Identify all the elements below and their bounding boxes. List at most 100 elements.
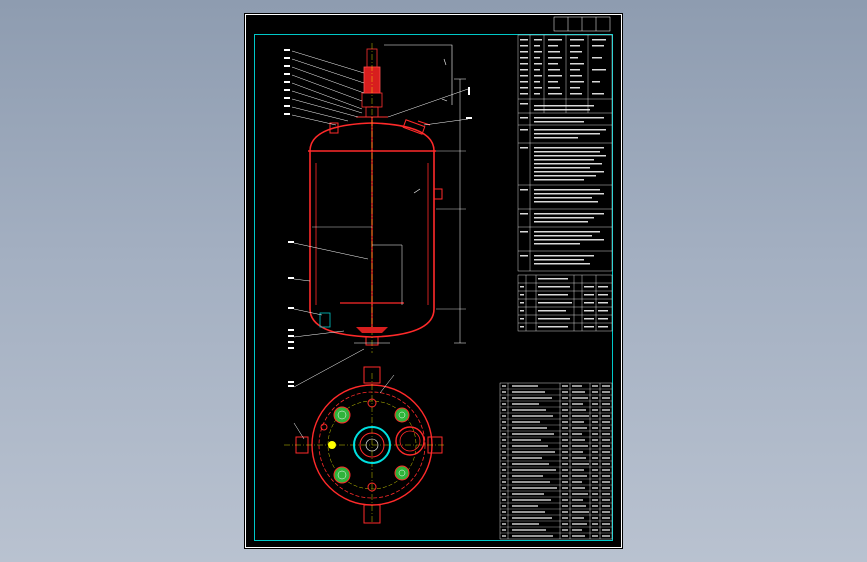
parts-row-entry [592, 403, 598, 405]
parts-row-entry [562, 535, 568, 537]
parts-row-entry [572, 397, 588, 399]
parts-row-entry [602, 403, 610, 405]
parts-row-entry [592, 421, 598, 423]
parts-row-entry [592, 439, 598, 441]
parts-row-entry [592, 535, 598, 537]
parts-row-entry [502, 403, 506, 405]
parts-row-entry [502, 529, 506, 531]
parts-row-entry [572, 499, 583, 501]
parts-row-entry [572, 385, 582, 387]
parts-row-entry [562, 469, 568, 471]
parts-row-entry [512, 403, 539, 405]
parts-row-entry [592, 487, 598, 489]
parts-row-entry [572, 391, 585, 393]
parts-row-entry [502, 493, 506, 495]
parts-row-entry [512, 391, 545, 393]
parts-row-entry [602, 433, 610, 435]
parts-row-entry [602, 445, 610, 447]
parts-row-entry [602, 517, 610, 519]
parts-row-entry [512, 523, 539, 525]
parts-row-entry [512, 451, 555, 453]
parts-row-entry [502, 499, 506, 501]
parts-row-entry [602, 463, 610, 465]
parts-row-entry [592, 499, 598, 501]
parts-row-entry [512, 487, 557, 489]
parts-row-entry [602, 409, 610, 411]
parts-row-entry [602, 391, 610, 393]
parts-row-entry [572, 415, 589, 417]
parts-row-entry [592, 457, 598, 459]
parts-row-entry [572, 469, 584, 471]
parts-row-entry [572, 409, 586, 411]
parts-row-entry [602, 529, 610, 531]
parts-row-entry [502, 511, 506, 513]
parts-row-entry [592, 385, 598, 387]
top-title-block [553, 16, 611, 32]
parts-row-entry [502, 409, 506, 411]
parts-row-entry [602, 469, 610, 471]
parts-row-entry [562, 445, 568, 447]
parts-row-entry [572, 433, 582, 435]
parts-row-entry [572, 475, 587, 477]
parts-row-entry [602, 523, 610, 525]
parts-row-entry [572, 427, 587, 429]
parts-row-entry [502, 517, 506, 519]
parts-row-entry [512, 517, 552, 519]
parts-row-entry [512, 511, 545, 513]
parts-row-entry [592, 409, 598, 411]
parts-row-entry [592, 397, 598, 399]
parts-row-entry [572, 493, 588, 495]
parts-row-entry [512, 463, 549, 465]
parts-row-entry [502, 481, 506, 483]
parts-row-entry [562, 421, 568, 423]
parts-row-entry [602, 487, 610, 489]
parts-row-entry [572, 481, 582, 483]
parts-row-entry [512, 469, 556, 471]
parts-row-entry [592, 451, 598, 453]
cad-viewport[interactable] [0, 0, 867, 562]
parts-row-entry [502, 391, 506, 393]
parts-row-entry [602, 511, 610, 513]
parts-row-entry [562, 481, 568, 483]
parts-row-entry [602, 397, 610, 399]
parts-row-entry [592, 529, 598, 531]
parts-row-entry [562, 415, 568, 417]
parts-row-entry [572, 439, 585, 441]
parts-row-entry [502, 451, 506, 453]
parts-row-entry [502, 457, 506, 459]
parts-row-entry [562, 385, 568, 387]
parts-row-entry [562, 493, 568, 495]
parts-row-entry [512, 427, 547, 429]
impeller [356, 327, 388, 333]
parts-row-entry [572, 463, 589, 465]
parts-row-entry [512, 481, 550, 483]
parts-row-entry [572, 403, 583, 405]
vessel-plan-view [284, 366, 444, 524]
parts-row-entry [602, 457, 610, 459]
parts-row-entry [502, 523, 506, 525]
parts-row-entry [592, 433, 598, 435]
parts-row-entry [562, 517, 568, 519]
parts-row-entry [602, 475, 610, 477]
parts-row-entry [592, 481, 598, 483]
parts-row-entry [512, 493, 544, 495]
parts-row-entry [592, 493, 598, 495]
parts-row-entry [572, 523, 587, 525]
parts-row-entry [562, 451, 568, 453]
parts-row-entry [562, 457, 568, 459]
parts-row-entry [512, 397, 552, 399]
drawing-sheet [244, 13, 623, 549]
parts-row-entry [502, 385, 506, 387]
parts-row-entry [572, 517, 584, 519]
parts-row-entry [512, 409, 546, 411]
parts-row-entry [572, 451, 583, 453]
parts-row-entry [502, 469, 506, 471]
parts-row-entry [512, 385, 538, 387]
parts-row-entry [592, 523, 598, 525]
parts-row-entry [502, 439, 506, 441]
parts-row-entry [562, 523, 568, 525]
vessel-elevation [284, 43, 472, 388]
parts-row-entry [572, 529, 582, 531]
parts-row-entry [562, 475, 568, 477]
parts-row-entry [602, 415, 610, 417]
